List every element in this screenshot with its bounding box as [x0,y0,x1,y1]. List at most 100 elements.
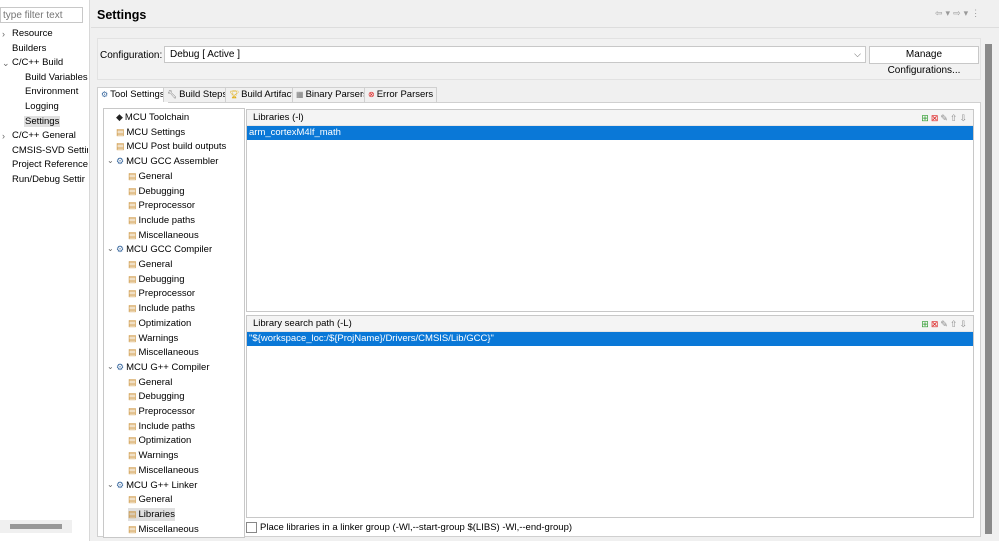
tab-build-steps[interactable]: 🔧︎ Build Steps [163,87,232,102]
chip-icon: ◆ [116,112,123,122]
dropdown-icon[interactable]: ▾ [946,8,954,18]
tree-item[interactable]: ▤ Debugging [128,185,184,198]
tree-item-label: Miscellaneous [138,523,199,535]
chevron-down-icon[interactable]: ⌄ [107,480,114,489]
sidebar-item[interactable]: Environment [0,85,88,99]
tree-item[interactable]: ▤ MCU Settings [116,126,185,139]
configuration-select[interactable]: Debug [ Active ] ⌵ [164,46,866,63]
forward-arrow-icon[interactable]: ⇨ [953,8,964,18]
tree-item[interactable]: ▤ Miscellaneous [128,229,199,242]
settings-page-icon: ▤ [116,126,125,137]
tree-item[interactable]: ▤ Warnings [128,332,178,345]
settings-page-icon: ▤ [128,494,137,505]
tree-item[interactable]: ▤ Miscellaneous [128,464,199,477]
tab-tool-settings[interactable]: ⚙ Tool Settings [97,87,169,103]
chevron-down-icon[interactable]: ⌄ [107,244,114,253]
tree-item[interactable]: ▤ Optimization [128,434,191,447]
tree-item[interactable]: ◆ MCU Toolchain [116,111,189,124]
tree-item-label: MCU GCC Assembler [126,156,219,168]
tree-item[interactable]: ⚙ MCU G++ Linker [116,479,197,492]
filter-input[interactable] [0,7,83,23]
tab-build-artifact[interactable]: 🏆︎ Build Artifact [225,87,298,102]
add-icon[interactable]: ⊞ [921,113,931,123]
sidebar-item-label: Run/Debug Settir [12,174,85,185]
list-item[interactable]: arm_cortexM4lf_math [247,126,973,140]
move-down-icon[interactable]: ⇩ [959,113,969,123]
sidebar-item[interactable]: Build Variables [0,71,88,85]
sidebar-item[interactable]: › Resource [0,27,88,41]
tree-item[interactable]: ▤ Warnings [128,449,178,462]
chevron-right-icon[interactable]: › [2,27,5,41]
add-icon[interactable]: ⊞ [921,319,931,329]
sidebar-item[interactable]: › C/C++ General [0,129,88,143]
sidebar-item[interactable]: Project Reference [0,158,88,172]
tree-item[interactable]: ▤ General [128,493,172,506]
sidebar-item[interactable]: ⌄ C/C++ Build [0,56,88,70]
sidebar-item[interactable]: Run/Debug Settir [0,173,88,187]
manage-configurations-button[interactable]: Manage Configurations... [869,46,979,76]
tree-item[interactable]: ▤ Debugging [128,390,184,403]
tree-item[interactable]: ▤ Debugging [128,273,184,286]
wrench-icon: 🔧︎ [167,90,178,99]
tree-item[interactable]: ▤ Preprocessor [128,405,195,418]
settings-page-icon: ▤ [128,259,137,269]
tool-icon: ⚙ [116,361,125,372]
tree-item[interactable]: ⚙ MCU G++ Compiler [116,361,210,374]
settings-page-icon: ▤ [128,185,137,196]
chevron-down-icon[interactable]: ⌄ [107,156,114,165]
sidebar-item[interactable]: CMSIS-SVD Settir [0,144,88,158]
settings-page-icon: ▤ [128,273,137,284]
move-down-icon[interactable]: ⇩ [959,319,969,329]
linker-group-label[interactable]: Place libraries in a linker group (-Wl,-… [260,522,572,533]
tree-item[interactable]: ▤ Optimization [128,317,191,330]
edit-icon[interactable]: ✎ [940,113,950,123]
settings-page-icon: ▤ [128,420,137,431]
tree-item[interactable]: ⚙ MCU GCC Compiler [116,243,212,256]
vertical-scrollbar[interactable] [985,44,992,534]
tree-item[interactable]: ⚙ MCU GCC Assembler [116,155,218,168]
list-item[interactable]: "${workspace_loc:/${ProjName}/Drivers/CM… [247,332,973,346]
linker-group-checkbox[interactable] [246,522,257,533]
tree-item[interactable]: ▤ Miscellaneous [128,523,199,536]
settings-page-icon: ▤ [128,214,137,225]
back-arrow-icon[interactable]: ⇦ [935,8,946,18]
settings-page-icon: ▤ [128,523,137,534]
settings-page-icon: ▤ [128,288,137,299]
tree-item-label: Warnings [138,332,179,344]
sidebar-item-label: C/C++ General [12,130,76,142]
tree-item-label: Include paths [138,420,196,432]
tree-item[interactable]: ▤ MCU Post build outputs [116,140,226,153]
delete-icon[interactable]: ⊠ [931,319,941,329]
chevron-down-icon[interactable]: ⌄ [107,362,114,371]
tab-error-parsers[interactable]: ⊗ Error Parsers [364,87,438,102]
tree-item[interactable]: ▤ Include paths [128,302,195,315]
sidebar-item[interactable]: Logging [0,100,88,114]
more-icon[interactable]: ⋮ [971,8,983,18]
delete-icon[interactable]: ⊠ [931,113,941,123]
history-nav-buttons[interactable]: ⇦▾⇨▾⋮ [935,8,983,19]
chevron-right-icon[interactable]: › [2,129,5,143]
gear-icon: ⚙ [101,90,109,99]
tree-item[interactable]: ▤ General [128,376,172,389]
trophy-icon: 🏆︎ [229,90,240,99]
tree-item-label: Optimization [138,317,192,329]
tree-item[interactable]: ▤ Include paths [128,214,195,227]
sidebar-item[interactable]: Settings [0,115,88,129]
settings-page-icon: ▤ [128,200,137,211]
tree-item[interactable]: ▤ General [128,170,172,183]
tree-item-label: Preprocessor [138,200,196,212]
tree-item[interactable]: ▤ Libraries [128,507,175,521]
sidebar-item[interactable]: Builders [0,42,88,56]
tree-item[interactable]: ▤ Miscellaneous [128,346,199,359]
edit-icon[interactable]: ✎ [940,319,950,329]
tree-item[interactable]: ▤ Include paths [128,420,195,433]
tree-item[interactable]: ▤ Preprocessor [128,287,195,300]
tree-item[interactable]: ▤ General [128,258,172,271]
tree-item[interactable]: ▤ Preprocessor [128,199,195,212]
tab-binary-parsers[interactable]: ▦ Binary Parsers [292,87,372,102]
sidebar-item-label: Logging [25,101,59,112]
chevron-down-icon[interactable]: ⌄ [2,56,10,70]
sidebar-item-label: Resource [12,28,53,39]
tree-item-label: General [138,494,173,506]
nav-scroll-thumb[interactable] [10,524,62,529]
